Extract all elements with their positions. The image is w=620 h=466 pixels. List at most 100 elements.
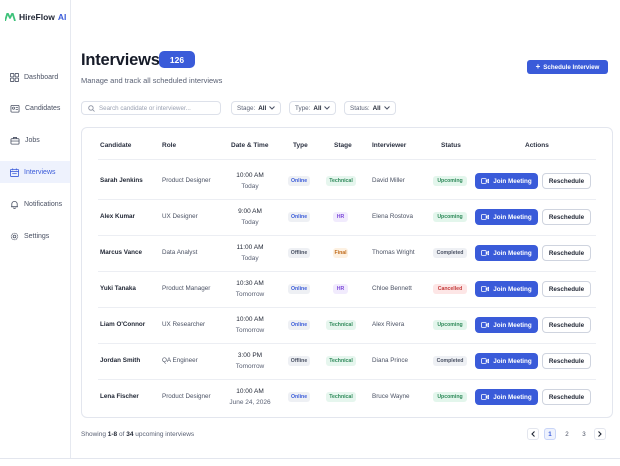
interview-time: 10:00 AM: [236, 316, 264, 323]
reschedule-button[interactable]: Reschedule: [542, 173, 591, 189]
summary-range: 1-8: [107, 431, 118, 438]
sidebar-item-notifications[interactable]: Notifications: [0, 193, 70, 215]
interviewer-cell: Chloe Bennett: [372, 285, 412, 292]
join-meeting-label: Join Meeting: [493, 213, 532, 221]
join-meeting-button[interactable]: Join Meeting: [475, 317, 538, 333]
column-header-date-time[interactable]: Date & Time: [231, 142, 268, 149]
video-icon: [481, 394, 490, 400]
column-header-stage[interactable]: Stage: [334, 142, 352, 149]
search-box[interactable]: [81, 101, 221, 115]
row-divider: [98, 235, 596, 236]
status-badge: Completed: [433, 248, 467, 258]
join-meeting-button[interactable]: Join Meeting: [475, 353, 538, 369]
stage-filter-label: Stage:: [237, 104, 256, 112]
stage-badge: Final: [333, 248, 348, 258]
sidebar-item-jobs[interactable]: Jobs: [0, 129, 70, 151]
reschedule-button[interactable]: Reschedule: [542, 245, 591, 261]
page-button-2[interactable]: 2: [561, 428, 573, 440]
schedule-interview-button[interactable]: + Schedule Interview: [527, 60, 608, 74]
reschedule-button[interactable]: Reschedule: [542, 209, 591, 225]
row-divider: [98, 379, 596, 380]
sidebar-item-candidates[interactable]: Candidates: [0, 97, 70, 119]
join-meeting-button[interactable]: Join Meeting: [475, 173, 538, 189]
page-button-1[interactable]: 1: [544, 428, 556, 440]
candidate-name: Jordan Smith: [100, 357, 141, 364]
join-meeting-label: Join Meeting: [493, 285, 532, 293]
chevron-right-icon: [598, 431, 602, 437]
join-meeting-button[interactable]: Join Meeting: [475, 389, 538, 405]
interview-time: 3:00 PM: [237, 352, 263, 359]
interviewer-cell: Diana Prince: [372, 357, 409, 364]
page-button-3[interactable]: 3: [578, 428, 590, 440]
users-icon: [10, 104, 20, 113]
video-icon: [481, 178, 490, 184]
interview-time: 10:00 AM: [236, 172, 264, 179]
sidebar-item-interviews[interactable]: Interviews: [0, 161, 70, 183]
interview-time: 10:00 AM: [236, 388, 264, 395]
reschedule-button[interactable]: Reschedule: [542, 353, 591, 369]
type-badge: Online: [288, 284, 310, 294]
column-header-interviewer[interactable]: Interviewer: [372, 142, 406, 149]
interviews-table: Candidate Role Date & Time Type Stage In…: [81, 127, 613, 418]
brand-logo[interactable]: HireFlow AI: [5, 12, 66, 22]
interview-day: Tomorrow: [235, 327, 265, 334]
role-cell: Product Manager: [162, 285, 211, 292]
status-filter[interactable]: Status: All: [344, 101, 396, 115]
sidebar: HireFlow AI Dashboard Candidates Jobs In…: [0, 0, 71, 458]
briefcase-icon: [10, 136, 20, 145]
type-filter-label: Type:: [295, 104, 311, 112]
column-header-actions: Actions: [525, 142, 549, 149]
prev-page-button[interactable]: [527, 428, 539, 440]
brand-suffix: AI: [57, 12, 67, 22]
sidebar-item-label: Settings: [24, 232, 50, 240]
column-header-candidate[interactable]: Candidate: [100, 142, 131, 149]
type-filter-value: All: [313, 104, 322, 112]
chevron-down-icon: [324, 106, 331, 110]
next-page-button[interactable]: [594, 428, 606, 440]
sidebar-item-dashboard[interactable]: Dashboard: [0, 66, 70, 88]
candidate-name: Lena Fischer: [100, 393, 139, 400]
type-badge: Offline: [288, 248, 310, 258]
stage-badge: HR: [333, 212, 348, 222]
interview-time: 11:00 AM: [236, 244, 264, 251]
candidate-name: Sarah Jenkins: [100, 177, 143, 184]
type-badge: Online: [288, 212, 310, 222]
sidebar-item-label: Notifications: [24, 200, 63, 208]
stage-badge: Technical: [326, 392, 356, 402]
column-header-type[interactable]: Type: [293, 142, 308, 149]
column-header-role[interactable]: Role: [162, 142, 176, 149]
dashboard-icon: [10, 72, 19, 82]
column-header-status[interactable]: Status: [441, 142, 461, 149]
reschedule-button[interactable]: Reschedule: [542, 389, 591, 405]
type-filter[interactable]: Type: All: [289, 101, 337, 115]
logo-icon: [5, 13, 16, 21]
join-meeting-button[interactable]: Join Meeting: [475, 209, 538, 225]
stage-badge: Technical: [326, 356, 356, 366]
role-cell: Data Analyst: [162, 249, 198, 256]
search-input[interactable]: [99, 104, 217, 112]
candidate-name: Yuki Tanaka: [100, 285, 136, 292]
reschedule-label: Reschedule: [548, 285, 585, 293]
page-bottom-border: [0, 458, 620, 459]
brand-name: HireFlow: [19, 12, 55, 22]
reschedule-label: Reschedule: [548, 357, 585, 365]
interviewer-cell: David Miller: [372, 177, 405, 184]
calendar-icon: [10, 167, 19, 177]
row-divider: [98, 343, 596, 344]
reschedule-button[interactable]: Reschedule: [542, 281, 591, 297]
stage-filter[interactable]: Stage: All: [231, 101, 282, 115]
candidate-name: Liam O'Connor: [100, 321, 146, 328]
chevron-down-icon: [383, 106, 390, 110]
reschedule-label: Reschedule: [548, 249, 585, 257]
gear-icon: [10, 232, 19, 240]
main-content: Interviews 126 Manage and track all sche…: [71, 0, 620, 466]
video-icon: [481, 286, 490, 292]
join-meeting-button[interactable]: Join Meeting: [475, 281, 538, 297]
schedule-interview-label: Schedule Interview: [543, 63, 600, 71]
reschedule-button[interactable]: Reschedule: [542, 317, 591, 333]
summary-suffix: upcoming interviews: [135, 431, 195, 438]
date-time-cell: 11:00 AM Today: [225, 242, 275, 264]
date-time-cell: 10:00 AM Tomorrow: [225, 314, 275, 336]
sidebar-item-settings[interactable]: Settings: [0, 225, 70, 247]
join-meeting-button[interactable]: Join Meeting: [475, 245, 538, 261]
